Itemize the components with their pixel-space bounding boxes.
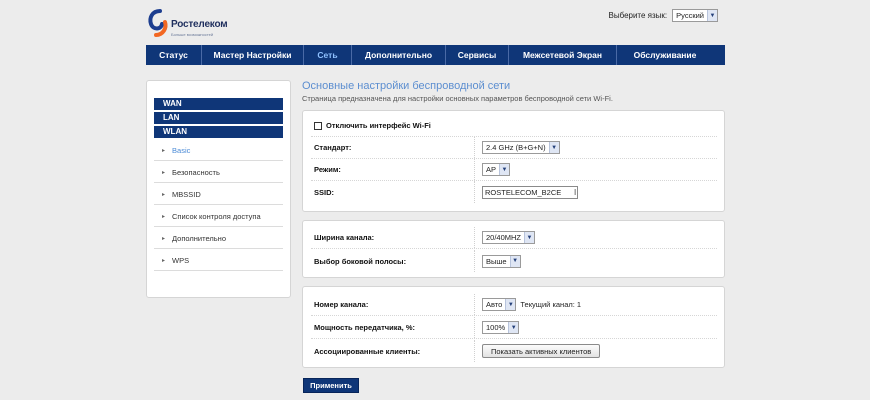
row-divider xyxy=(474,294,475,315)
chevron-down-icon: ▼ xyxy=(524,232,535,243)
sidebar-item-mbssid[interactable]: ▸ MBSSID xyxy=(154,184,283,205)
language-select-value: Русский xyxy=(676,11,704,20)
basic-settings-panel: Отключить интерфейс Wi-Fi Стандарт: 2.4 … xyxy=(302,110,725,212)
sideband-select[interactable]: Выше ▼ xyxy=(482,254,521,268)
associated-clients-label: Ассоциированные клиенты: xyxy=(314,346,421,356)
tx-power-label: Мощность передатчика, %: xyxy=(314,323,415,332)
row-divider xyxy=(474,250,475,272)
sidebar-item-label: Basic xyxy=(172,145,191,155)
nav-item-wizard[interactable]: Мастер Настройки xyxy=(202,45,304,65)
channel-number-row: Номер канала: Авто ▼ Текущий канал: 1 xyxy=(311,294,717,316)
channel-power-panel: Номер канала: Авто ▼ Текущий канал: 1 Мо… xyxy=(302,286,725,368)
current-channel-text: Текущий канал: 1 xyxy=(520,300,582,309)
chevron-down-icon: ▼ xyxy=(707,10,717,21)
bullet-icon: ▸ xyxy=(162,235,166,242)
sidebar-section-wlan[interactable]: WLAN xyxy=(154,126,283,138)
sidebar-item-wps[interactable]: ▸ WPS xyxy=(154,250,283,271)
chevron-down-icon: ▼ xyxy=(548,142,559,153)
chevron-down-icon: ▼ xyxy=(505,299,516,310)
language-label: Выберите язык: xyxy=(608,11,668,20)
apply-button[interactable]: Применить xyxy=(303,378,359,393)
sidebar: WAN LAN WLAN ▸ Basic ▸ Безопасность ▸ MB… xyxy=(146,80,291,298)
row-divider xyxy=(474,181,475,203)
mode-label: Режим: xyxy=(314,165,341,174)
channel-number-select[interactable]: Авто ▼ xyxy=(482,298,517,311)
sidebar-item-advanced[interactable]: ▸ Дополнительно xyxy=(154,228,283,249)
brand-tagline: Больше возможностей xyxy=(171,32,214,37)
disable-wifi-checkbox[interactable] xyxy=(314,121,322,130)
tx-power-value: 100% xyxy=(486,323,506,332)
text-cursor-icon: I xyxy=(574,187,577,197)
ssid-label: SSID: xyxy=(314,187,335,197)
sidebar-item-label: MBSSID xyxy=(172,189,201,199)
standard-select[interactable]: 2.4 GHz (B+G+N) ▼ xyxy=(482,141,560,154)
nav-item-network[interactable]: Сеть xyxy=(304,45,352,65)
row-divider xyxy=(474,317,475,338)
sidebar-item-access-control[interactable]: ▸ Список контроля доступа xyxy=(154,206,283,227)
bullet-icon: ▸ xyxy=(162,147,166,154)
bullet-icon: ▸ xyxy=(162,213,166,220)
channel-number-value: Авто xyxy=(486,300,503,309)
mode-select-value: AP xyxy=(486,165,497,174)
ssid-row: SSID: ROSTELECOM_B2CE I xyxy=(311,181,717,203)
sidebar-item-label: WPS xyxy=(172,255,190,265)
standard-row: Стандарт: 2.4 GHz (B+G+N) ▼ xyxy=(311,137,717,159)
row-divider xyxy=(474,340,475,362)
mode-select[interactable]: AP ▼ xyxy=(482,163,511,176)
channel-number-label: Номер канала: xyxy=(314,300,369,309)
row-divider xyxy=(474,159,475,180)
page-title: Основные настройки беспроводной сети xyxy=(302,80,511,92)
sidebar-item-basic[interactable]: ▸ Basic xyxy=(154,140,283,161)
nav-item-firewall[interactable]: Межсетевой Экран xyxy=(509,45,617,65)
channel-width-select[interactable]: 20/40MHZ ▼ xyxy=(482,231,536,244)
standard-label: Стандарт: xyxy=(314,143,352,152)
sidebar-item-label: Дополнительно xyxy=(172,233,226,243)
rostelecom-logo-icon xyxy=(148,9,168,37)
sideband-value: Выше xyxy=(486,256,507,266)
sideband-label: Выбор боковой полосы: xyxy=(314,256,407,266)
bullet-icon: ▸ xyxy=(162,191,166,198)
chevron-down-icon: ▼ xyxy=(499,164,510,175)
language-picker: Выберите язык: Русский ▼ xyxy=(608,9,718,22)
main-nav: Статус Мастер Настройки Сеть Дополнитель… xyxy=(146,45,725,65)
sidebar-section-lan[interactable]: LAN xyxy=(154,112,283,124)
language-select[interactable]: Русский ▼ xyxy=(672,9,718,22)
disable-wifi-row: Отключить интерфейс Wi-Fi xyxy=(311,115,717,137)
standard-select-value: 2.4 GHz (B+G+N) xyxy=(486,143,546,152)
sidebar-item-security[interactable]: ▸ Безопасность xyxy=(154,162,283,183)
chevron-down-icon: ▼ xyxy=(508,322,519,333)
sideband-row: Выбор боковой полосы: Выше ▼ xyxy=(311,250,717,272)
page-description: Страница предназначена для настройки осн… xyxy=(302,94,613,103)
tx-power-select[interactable]: 100% ▼ xyxy=(482,321,520,334)
row-divider xyxy=(474,227,475,248)
nav-item-maintenance[interactable]: Обслуживание xyxy=(617,45,713,65)
bullet-icon: ▸ xyxy=(162,257,166,264)
chevron-down-icon: ▼ xyxy=(509,255,520,267)
show-active-clients-button[interactable]: Показать активных клиентов xyxy=(482,344,601,358)
sidebar-section-wan[interactable]: WAN xyxy=(154,98,283,110)
disable-wifi-control[interactable]: Отключить интерфейс Wi-Fi xyxy=(314,121,431,130)
mode-row: Режим: AP ▼ xyxy=(311,159,717,181)
associated-clients-row: Ассоциированные клиенты: Показать активн… xyxy=(311,340,717,362)
channel-width-panel: Ширина канала: 20/40MHZ ▼ Выбор боковой … xyxy=(302,220,725,278)
sidebar-item-label: Список контроля доступа xyxy=(172,211,261,221)
channel-width-row: Ширина канала: 20/40MHZ ▼ xyxy=(311,227,717,249)
sidebar-item-label: Безопасность xyxy=(172,167,220,177)
tx-power-row: Мощность передатчика, %: 100% ▼ xyxy=(311,317,717,339)
bullet-icon: ▸ xyxy=(162,169,166,176)
disable-wifi-label: Отключить интерфейс Wi-Fi xyxy=(326,121,431,130)
channel-width-label: Ширина канала: xyxy=(314,233,375,242)
brand-logo: Ростелеком Больше возможностей xyxy=(147,8,267,42)
nav-item-advanced[interactable]: Дополнительно xyxy=(352,45,446,65)
brand-name: Ростелеком xyxy=(171,19,228,30)
channel-width-value: 20/40MHZ xyxy=(486,233,522,242)
row-divider xyxy=(474,137,475,158)
nav-item-services[interactable]: Сервисы xyxy=(446,45,509,65)
nav-item-status[interactable]: Статус xyxy=(146,45,202,65)
ssid-input[interactable]: ROSTELECOM_B2CE xyxy=(482,185,578,199)
